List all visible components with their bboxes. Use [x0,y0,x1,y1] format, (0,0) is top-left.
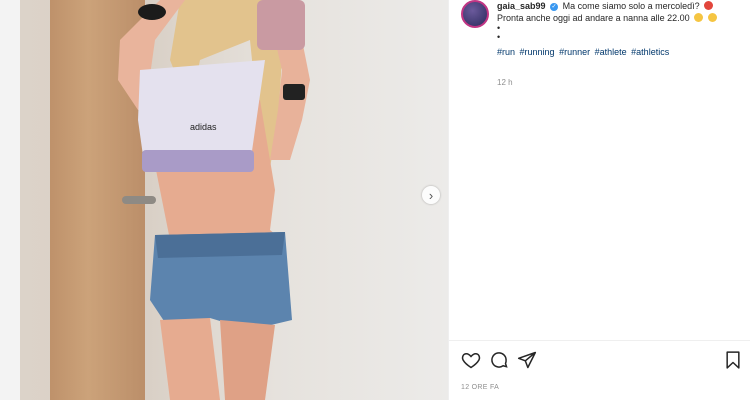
sleepy-emoji-icon [694,13,704,22]
caption-line-1: Ma come siamo solo a mercoledì? [562,1,700,11]
comment-icon[interactable] [489,350,509,370]
hashtag-link[interactable]: #running [520,47,555,57]
page-background [0,0,20,400]
heart-icon[interactable] [461,350,481,370]
next-image-button[interactable]: › [422,186,440,204]
post-timestamp[interactable]: 12 ORE FA [461,384,499,391]
caption-body: gaia_sab99 ✓ Ma come siamo solo a mercol… [497,0,717,58]
grin-emoji-icon [707,13,717,22]
hashtag-link[interactable]: #athletics [631,47,669,57]
verified-badge-icon: ✓ [550,2,559,11]
avatar[interactable] [461,0,489,28]
hashtag-list: #run #running #runner #athlete #athletic… [497,46,717,58]
action-bar [461,350,746,372]
share-icon[interactable] [517,350,537,370]
divider [449,340,750,341]
svg-text:adidas: adidas [190,122,217,132]
caption: gaia_sab99 ✓ Ma come siamo solo a mercol… [461,0,746,58]
bookmark-icon[interactable] [723,350,743,370]
caption-line-2: Pronta anche oggi ad andare a nanna alle… [497,13,690,23]
person-photo: adidas [118,0,310,400]
post-image[interactable]: adidas › [20,0,448,400]
hashtag-link[interactable]: #runner [559,47,590,57]
caption-age[interactable]: 12 h [497,78,513,87]
hashtag-link[interactable]: #athlete [595,47,627,57]
post-details-panel: gaia_sab99 ✓ Ma come siamo solo a mercol… [448,0,750,400]
chevron-right-icon: › [428,187,434,203]
username-link[interactable]: gaia_sab99 [497,1,546,11]
angry-emoji-icon [704,1,714,10]
caption-dot-1: • [497,23,501,33]
caption-dot-2: • [497,32,501,42]
hashtag-link[interactable]: #run [497,47,515,57]
